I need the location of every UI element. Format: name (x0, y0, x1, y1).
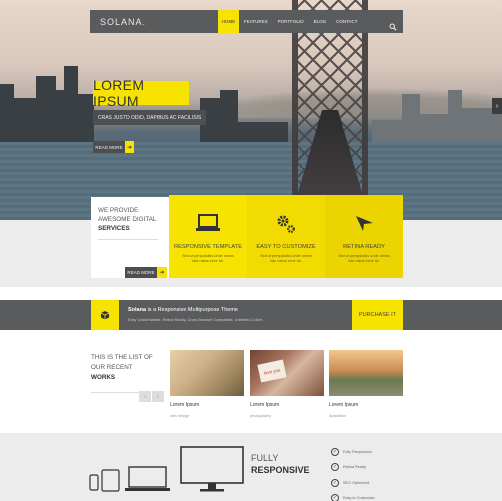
feature-retina[interactable]: RETINA READY Sed ut perspiciatis unde om… (325, 195, 403, 278)
gears-icon (273, 211, 299, 235)
check-icon: ✓ (331, 494, 339, 501)
hero-skyline (64, 66, 78, 142)
hero-title: LOREM IPSUM (93, 77, 189, 109)
hero-read-more-label: READ MORE (93, 141, 125, 153)
feature-title: EASY TO CUSTOMIZE (256, 244, 316, 250)
hero-subtitle: CRAS JUSTO ODIO, DAPIBUS AC FACILISIS (93, 110, 207, 125)
work-category: photography (250, 414, 272, 418)
services-read-more-label: READ MORE (125, 267, 157, 278)
fully-line-bold: RESPONSIVE (251, 465, 310, 475)
hero-skyline (14, 98, 36, 142)
recent-line: THIS IS THE LIST OF (91, 354, 153, 361)
checklist-item: ✓ Fully Responsive (331, 444, 375, 460)
checklist-label: SEO Optimized (343, 480, 370, 485)
checklist-label: Fully Responsive (343, 449, 372, 454)
feature-customize[interactable]: EASY TO CUSTOMIZE Sed ut perspiciatis un… (247, 195, 325, 278)
divider (91, 392, 141, 393)
intro-line: WE PROVIDE (98, 207, 139, 214)
hero-skyline (402, 94, 420, 142)
work-thumbnail[interactable] (329, 350, 403, 396)
devices-illustration (88, 445, 248, 500)
fully-line: FULLY (251, 453, 279, 463)
work-caption: Lorem Ipsum (329, 402, 359, 408)
works-pager: ‹ › (139, 391, 165, 402)
purchase-button[interactable]: PURCHASE IT (352, 300, 403, 330)
search-icon[interactable] (389, 18, 397, 31)
checklist-item: ✓ SEO Optimized (331, 475, 375, 491)
laptop-icon (125, 466, 170, 491)
services-read-more-button[interactable]: READ MORE ➔ (125, 267, 167, 278)
strip-subtext: Easy Customizable, Retina Ready, Cross B… (128, 318, 263, 322)
work-caption: Lorem Ipsum (250, 402, 280, 408)
hero-skyline (238, 122, 288, 142)
purchase-strip (0, 300, 502, 330)
recent-line-bold: WORKS (91, 374, 116, 381)
work-thumbnail[interactable] (170, 350, 244, 396)
services-intro-text: WE PROVIDE AWESOME DIGITAL SERVICES (98, 206, 162, 233)
feature-checklist: ✓ Fully Responsive ✓ Retina Ready ✓ SEO Opt… (331, 444, 375, 501)
hero-skyline (36, 76, 56, 142)
fully-responsive-title: FULLY RESPONSIVE (251, 452, 310, 476)
nav-contact[interactable]: CONTACT (331, 10, 362, 33)
box-icon (91, 300, 119, 330)
phone-icon (89, 474, 99, 491)
arrow-right-icon: ➔ (157, 267, 167, 278)
work-category: illustration (329, 414, 347, 418)
monitor-icon (180, 446, 244, 492)
feature-responsive[interactable]: RESPONSIVE TEMPLATE Sed ut perspiciatis … (169, 195, 247, 278)
checklist-label: Easy to Customize (343, 496, 375, 501)
laptop-icon (195, 211, 221, 235)
arrow-right-icon: ➔ (125, 141, 134, 153)
slider-next-icon[interactable]: › (492, 98, 502, 114)
logo-text: SOLANA (100, 16, 143, 27)
hero-skyline (448, 90, 462, 142)
next-arrow-icon[interactable]: › (152, 391, 164, 402)
check-icon: ✓ (331, 447, 339, 456)
paper-plane-icon (351, 211, 377, 235)
prev-arrow-icon[interactable]: ‹ (139, 391, 151, 402)
nav-home[interactable]: HOME (218, 10, 239, 33)
hero-read-more-button[interactable]: READ MORE ➔ (93, 141, 134, 153)
intro-line: AWESOME DIGITAL (98, 216, 157, 223)
intro-line-bold: SERVICES (98, 225, 130, 232)
divider (98, 239, 158, 240)
nav-portfolio[interactable]: PORTFOLIO (273, 10, 309, 33)
work-item[interactable]: Lorem Ipsum illustration (329, 350, 403, 418)
strip-text: is a Responsive Multipurpose Theme (146, 307, 238, 313)
nav-blog[interactable]: BLOG (309, 10, 332, 33)
work-category: web design (170, 414, 190, 418)
feature-title: RETINA READY (343, 244, 385, 250)
work-item[interactable]: Lorem Ipsum web design (170, 350, 244, 418)
nav-features[interactable]: FEATURES (239, 10, 273, 33)
feature-description: Sed ut perspiciatis unde omnis iste natu… (182, 254, 234, 263)
work-item[interactable]: Lorem Ipsum photography (250, 350, 324, 418)
hero-skyline (78, 94, 94, 142)
hero-skyline (420, 114, 448, 142)
checklist-item: ✓ Retina Ready (331, 460, 375, 476)
check-icon: ✓ (331, 463, 339, 472)
check-icon: ✓ (331, 478, 339, 487)
recent-works-title: THIS IS THE LIST OF OUR RECENT WORKS (91, 353, 161, 383)
checklist-item: ✓ Easy to Customize (331, 491, 375, 501)
checklist-label: Retina Ready (343, 465, 367, 470)
hero-skyline (0, 84, 14, 142)
recent-line: OUR RECENT (91, 364, 133, 371)
hero-skyline (372, 120, 402, 142)
services-intro: WE PROVIDE AWESOME DIGITAL SERVICES READ… (91, 197, 169, 278)
top-navigation: SOLANA. HOME FEATURES PORTFOLIO BLOG CON… (90, 10, 403, 33)
hero-slider (0, 0, 502, 220)
feature-title: RESPONSIVE TEMPLATE (173, 244, 243, 250)
tablet-icon (101, 469, 120, 492)
site-logo[interactable]: SOLANA. (100, 17, 218, 27)
strip-brand: Solana (128, 307, 147, 313)
work-caption: Lorem Ipsum (170, 402, 200, 408)
logo-dot: . (142, 16, 147, 27)
hero-skyline (220, 90, 238, 142)
feature-description: Sed ut perspiciatis unde omnis iste natu… (338, 254, 390, 263)
feature-description: Sed ut perspiciatis unde omnis iste natu… (260, 254, 312, 263)
strip-headline: Solana is a Responsive Multipurpose Them… (128, 307, 238, 313)
